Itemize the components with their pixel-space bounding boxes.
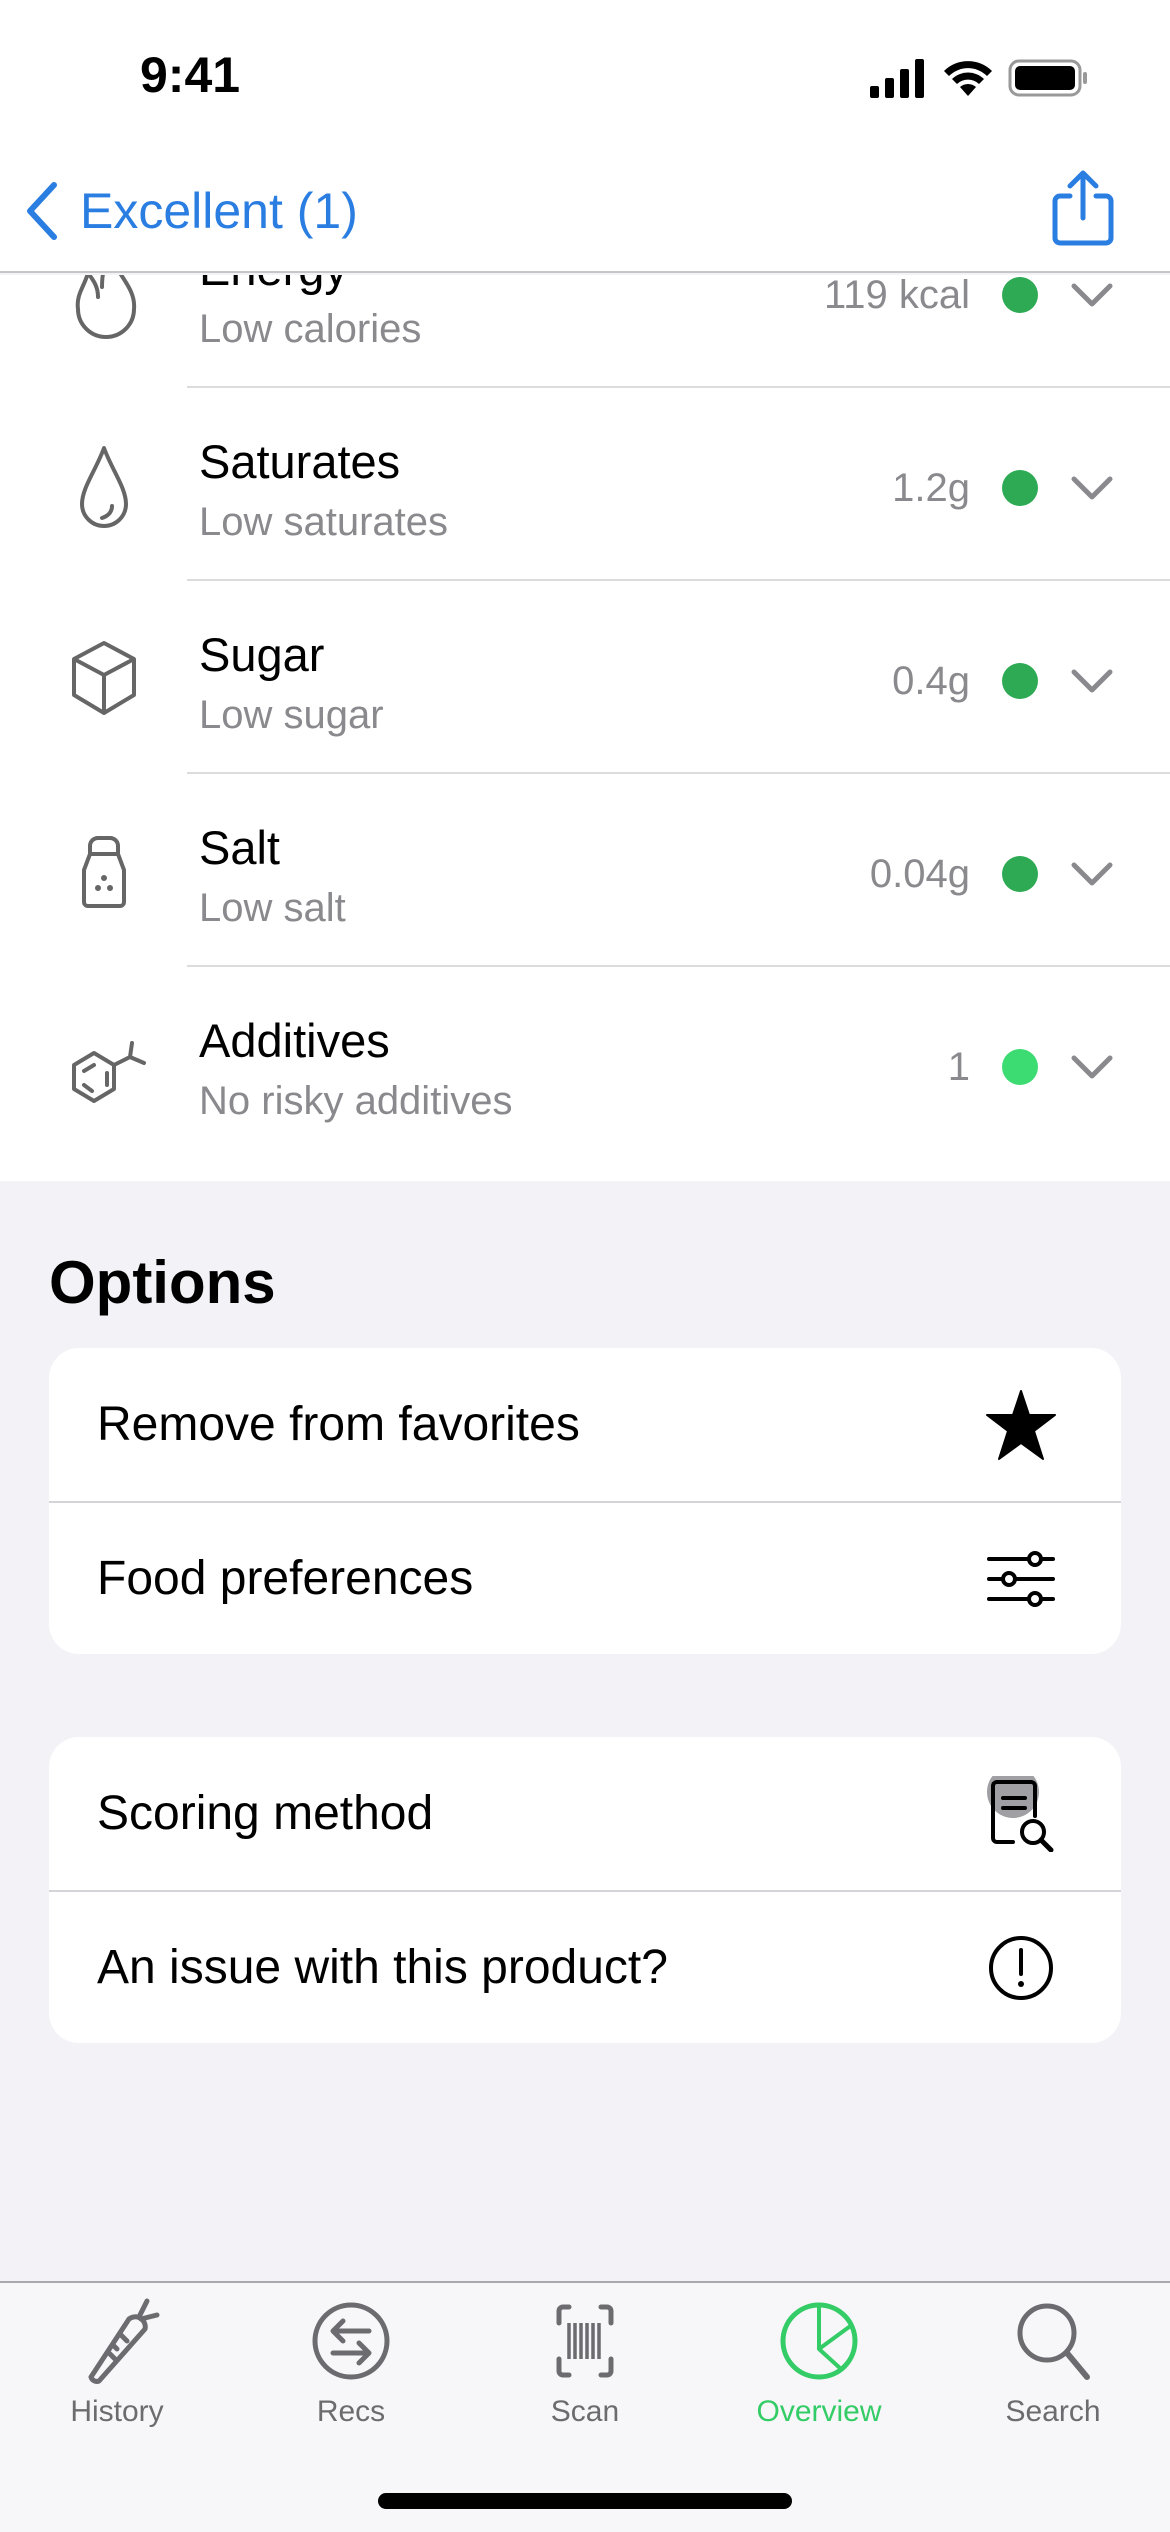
- home-indicator[interactable]: [378, 2493, 792, 2509]
- sugar-cube-icon: [72, 641, 136, 715]
- nutrient-row-sugar[interactable]: Sugar Low sugar 0.4g: [0, 581, 1170, 774]
- tab-scan[interactable]: Scan: [468, 2293, 702, 2433]
- chevron-left-icon: [27, 182, 57, 240]
- arrows-exchange-icon: [312, 2302, 390, 2380]
- status-dot: [1002, 470, 1038, 506]
- option-label: Remove from favorites: [97, 1398, 580, 1451]
- chevron-down-icon[interactable]: [1070, 1052, 1114, 1082]
- navigation-bar: Excellent (1): [0, 150, 1170, 273]
- remove-from-favorites-button[interactable]: Remove from favorites: [49, 1348, 1121, 1501]
- nutrient-row-energy[interactable]: Energy Low calories 119 kcal: [0, 275, 1170, 388]
- salt-shaker-icon: [82, 836, 126, 908]
- share-button[interactable]: [1048, 168, 1118, 248]
- tab-overview[interactable]: Overview: [702, 2293, 936, 2433]
- status-time: 9:41: [140, 47, 241, 103]
- option-label: Scoring method: [97, 1787, 434, 1840]
- nutrient-list: Energy Low calories 119 kcal Saturates L…: [0, 275, 1170, 1181]
- tab-label: Recs: [316, 2395, 386, 2428]
- tab-label: Scan: [550, 2395, 620, 2428]
- nutrient-name: Saturates: [199, 435, 401, 488]
- chevron-down-icon[interactable]: [1070, 859, 1114, 889]
- nutrient-name: Energy: [199, 275, 348, 296]
- nutrient-row-salt[interactable]: Salt Low salt 0.04g: [0, 774, 1170, 967]
- nutrient-value: 1: [947, 1044, 970, 1089]
- nutrient-row-saturates[interactable]: Saturates Low saturates 1.2g: [0, 388, 1170, 581]
- cellular-signal-icon: [870, 59, 924, 98]
- wifi-icon: [944, 61, 992, 96]
- sliders-icon: [983, 1541, 1059, 1617]
- status-dot: [1002, 277, 1038, 313]
- tab-search[interactable]: Search: [936, 2293, 1170, 2433]
- tab-recs[interactable]: Recs: [234, 2293, 468, 2433]
- tab-label: Search: [1005, 2395, 1101, 2428]
- chevron-down-icon[interactable]: [1070, 473, 1114, 503]
- nutrient-value: 1.2g: [892, 465, 970, 510]
- option-label: Food preferences: [97, 1552, 474, 1605]
- nutrient-value: 0.4g: [892, 658, 970, 703]
- option-label: An issue with this product?: [97, 1941, 668, 1994]
- nutrient-name: Sugar: [199, 628, 325, 681]
- star-filled-icon: [983, 1387, 1059, 1463]
- nutrient-name: Additives: [199, 1014, 390, 1067]
- battery-icon: [1008, 59, 1087, 97]
- back-button[interactable]: Excellent (1): [24, 176, 358, 246]
- nutrient-description: Low sugar: [199, 693, 384, 737]
- options-card-secondary: Scoring method An issue with this produc…: [49, 1737, 1121, 2043]
- share-icon: [1052, 170, 1114, 246]
- flame-icon: [75, 275, 137, 339]
- barcode-scan-icon: [556, 2304, 614, 2378]
- magnifier-icon: [1017, 2303, 1090, 2380]
- nutrient-value: 0.04g: [869, 851, 970, 896]
- molecule-icon: [72, 1041, 146, 1103]
- scoring-method-button[interactable]: Scoring method: [49, 1737, 1121, 1890]
- exclamation-circle-icon: [983, 1930, 1059, 2006]
- nutrient-row-additives[interactable]: Additives No risky additives 1: [0, 967, 1170, 1160]
- nutrient-description: Low saturates: [199, 500, 449, 544]
- nutrient-description: No risky additives: [199, 1079, 513, 1123]
- nutrient-description: Low salt: [199, 886, 346, 930]
- nutrient-value: 119 kcal: [823, 275, 970, 317]
- tab-label: History: [70, 2395, 164, 2428]
- chevron-down-icon[interactable]: [1070, 666, 1114, 696]
- document-search-icon: [983, 1775, 1059, 1852]
- droplet-icon: [80, 446, 128, 528]
- carrot-icon: [88, 2298, 160, 2384]
- chevron-down-icon[interactable]: [1070, 280, 1114, 310]
- status-icons: [868, 58, 1090, 98]
- status-dot: [1002, 856, 1038, 892]
- tab-history[interactable]: History: [0, 2293, 234, 2433]
- status-dot: [1002, 1049, 1038, 1085]
- food-preferences-button[interactable]: Food preferences: [49, 1501, 1121, 1654]
- report-issue-button[interactable]: An issue with this product?: [49, 1890, 1121, 2043]
- options-card-primary: Remove from favorites Food preferences: [49, 1348, 1121, 1654]
- nutrient-name: Salt: [199, 821, 280, 874]
- status-dot: [1002, 663, 1038, 699]
- back-button-label: Excellent (1): [80, 183, 358, 239]
- nutrient-description: Low calories: [199, 307, 422, 351]
- pie-chart-icon: [780, 2302, 858, 2380]
- status-bar: 9:41: [0, 0, 1170, 150]
- options-heading: Options: [49, 1249, 276, 1316]
- tab-label: Overview: [756, 2395, 882, 2428]
